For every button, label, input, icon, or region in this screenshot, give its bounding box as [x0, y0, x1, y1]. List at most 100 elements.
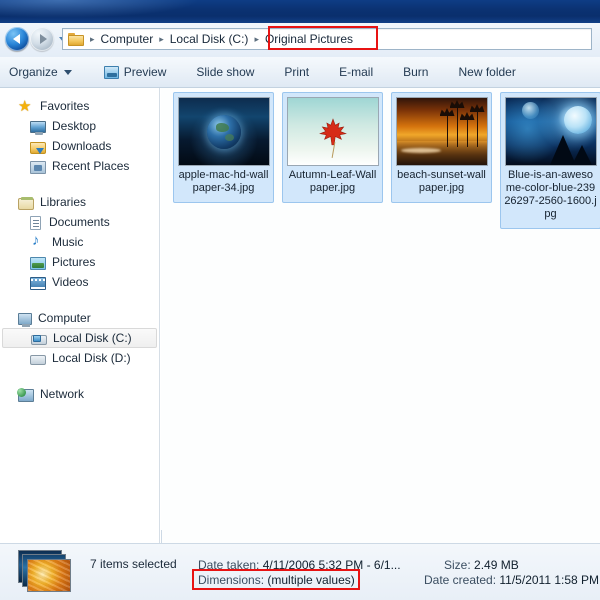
sidebar-item-desktop[interactable]: Desktop [0, 116, 159, 136]
sidebar-item-documents[interactable]: Documents [0, 212, 159, 232]
star-icon [18, 99, 34, 115]
sidebar-item-recent-places[interactable]: Recent Places [0, 156, 159, 176]
sidebar-label: Favorites [40, 99, 90, 113]
slideshow-label: Slide show [196, 65, 255, 79]
size-field: Size: 2.49 MB [444, 558, 519, 572]
file-name: Autumn-Leaf-Wallpaper.jpg [288, 169, 377, 194]
date-created-value[interactable]: 11/5/2011 1:58 PM [499, 573, 599, 587]
dimensions-label: Dimensions: [198, 573, 265, 587]
sidebar-label: Downloads [52, 139, 112, 153]
sidebar-item-videos[interactable]: Videos [0, 272, 159, 292]
folder-icon [68, 32, 84, 46]
sidebar-label: Pictures [52, 255, 96, 269]
beach-sunset-thumbnail [395, 97, 488, 166]
sidebar-label: Computer [38, 311, 91, 325]
sidebar-label: Recent Places [52, 159, 130, 173]
address-bar: ▸ Computer ▸ Local Disk (C:) ▸ Original … [0, 23, 600, 57]
file-item[interactable]: beach-sunset-wallpaper.jpg [391, 92, 492, 203]
desktop-icon [30, 121, 46, 135]
preview-icon [103, 65, 119, 79]
selection-status: 7 items selected [90, 557, 177, 571]
date-taken-label: Date taken: [198, 558, 260, 572]
file-item[interactable]: apple-mac-hd-wallpaper-34.jpg [173, 92, 274, 203]
breadcrumb-item-original-pictures[interactable]: Original Pictures [263, 31, 355, 47]
window-title-bar [0, 0, 600, 23]
organize-button[interactable]: Organize [0, 61, 81, 83]
maple-leaf-thumbnail [286, 97, 379, 166]
sidebar-item-downloads[interactable]: Downloads [0, 136, 159, 156]
sidebar-label: Libraries [40, 195, 87, 209]
breadcrumb-item-local-disk-c[interactable]: Local Disk (C:) [168, 31, 251, 47]
slideshow-button[interactable]: Slide show [187, 61, 263, 83]
arrow-left-icon [12, 34, 20, 44]
sidebar-label: Local Disk (D:) [52, 351, 131, 365]
file-name: apple-mac-hd-wallpaper-34.jpg [178, 169, 269, 194]
size-label: Size: [444, 558, 471, 572]
dimensions-field: Dimensions: (multiple values) [198, 573, 355, 587]
breadcrumb[interactable]: ▸ Computer ▸ Local Disk (C:) ▸ Original … [62, 28, 592, 50]
sidebar-group-favorites: Favorites Desktop Downloads Recent Place… [0, 96, 159, 176]
arrow-right-icon [39, 34, 47, 44]
sidebar-group-libraries: Libraries Documents Music Pictures Video… [0, 192, 159, 292]
sidebar-item-music[interactable]: Music [0, 232, 159, 252]
file-name: beach-sunset-wallpaper.jpg [397, 169, 486, 194]
sidebar-group-network: Network [0, 384, 159, 404]
file-name: Blue-is-an-awesome-color-blue-23926297-2… [504, 169, 597, 220]
dimensions-value[interactable]: (multiple values) [267, 573, 354, 587]
forward-button[interactable] [30, 27, 54, 51]
back-button[interactable] [5, 27, 29, 51]
sidebar-label: Desktop [52, 119, 97, 133]
system-drive-icon [31, 335, 47, 345]
picture-icon [30, 256, 46, 270]
file-item[interactable]: Autumn-Leaf-Wallpaper.jpg [282, 92, 383, 203]
sidebar-item-pictures[interactable]: Pictures [0, 252, 159, 272]
stacked-photos-icon [18, 550, 74, 592]
caret-down-icon [63, 69, 72, 75]
hard-drive-icon [30, 355, 46, 365]
pane-divider [161, 530, 162, 544]
breadcrumb-item-computer[interactable]: Computer [99, 31, 156, 47]
breadcrumb-separator: ▸ [254, 33, 259, 44]
computer-icon [18, 313, 32, 327]
sidebar-item-local-disk-d[interactable]: Local Disk (D:) [0, 348, 159, 368]
sidebar-item-favorites[interactable]: Favorites [0, 96, 159, 116]
breadcrumb-separator: ▸ [90, 33, 95, 44]
command-toolbar: Organize Preview Slide show Print E-mail… [0, 57, 600, 88]
maple-leaf-shape [318, 118, 347, 146]
date-created-label: Date created: [424, 573, 497, 587]
email-button[interactable]: E-mail [330, 61, 382, 83]
video-icon [30, 276, 46, 290]
sidebar-item-local-disk-c[interactable]: Local Disk (C:) [2, 328, 157, 348]
email-label: E-mail [339, 65, 374, 79]
title-bar-glow [0, 0, 200, 18]
file-item[interactable]: Blue-is-an-awesome-color-blue-23926297-2… [500, 92, 600, 229]
document-icon [30, 215, 41, 230]
preview-button[interactable]: Preview [95, 61, 176, 83]
print-label: Print [284, 65, 310, 79]
sidebar-item-libraries[interactable]: Libraries [0, 192, 159, 212]
explorer-window: ▸ Computer ▸ Local Disk (C:) ▸ Original … [0, 0, 600, 600]
sidebar-label: Videos [52, 275, 89, 289]
breadcrumb-separator: ▸ [159, 33, 164, 44]
file-list-pane[interactable]: apple-mac-hd-wallpaper-34.jpg Autumn-Lea… [161, 88, 600, 543]
new-folder-label: New folder [458, 65, 516, 79]
burn-label: Burn [403, 65, 429, 79]
sidebar-item-network[interactable]: Network [0, 384, 159, 404]
burn-button[interactable]: Burn [394, 61, 437, 83]
print-button[interactable]: Print [275, 61, 318, 83]
sidebar-label: Network [40, 387, 85, 401]
size-value: 2.49 MB [474, 558, 519, 572]
blue-moon-thumbnail [504, 97, 597, 166]
sidebar-label: Music [52, 235, 84, 249]
downloads-folder-icon [30, 141, 46, 154]
navigation-buttons [5, 27, 67, 51]
preview-label: Preview [123, 65, 167, 79]
navigation-pane[interactable]: Favorites Desktop Downloads Recent Place… [0, 88, 160, 543]
sidebar-item-computer[interactable]: Computer [0, 308, 159, 328]
music-note-icon [30, 233, 46, 250]
network-icon [17, 387, 34, 402]
new-folder-button[interactable]: New folder [449, 61, 524, 83]
date-taken-value[interactable]: 4/11/2006 5:32 PM - 6/1... [263, 558, 401, 572]
date-created-field: Date created: 11/5/2011 1:58 PM [424, 573, 599, 587]
date-taken-field: Date taken: 4/11/2006 5:32 PM - 6/1... [198, 558, 401, 572]
